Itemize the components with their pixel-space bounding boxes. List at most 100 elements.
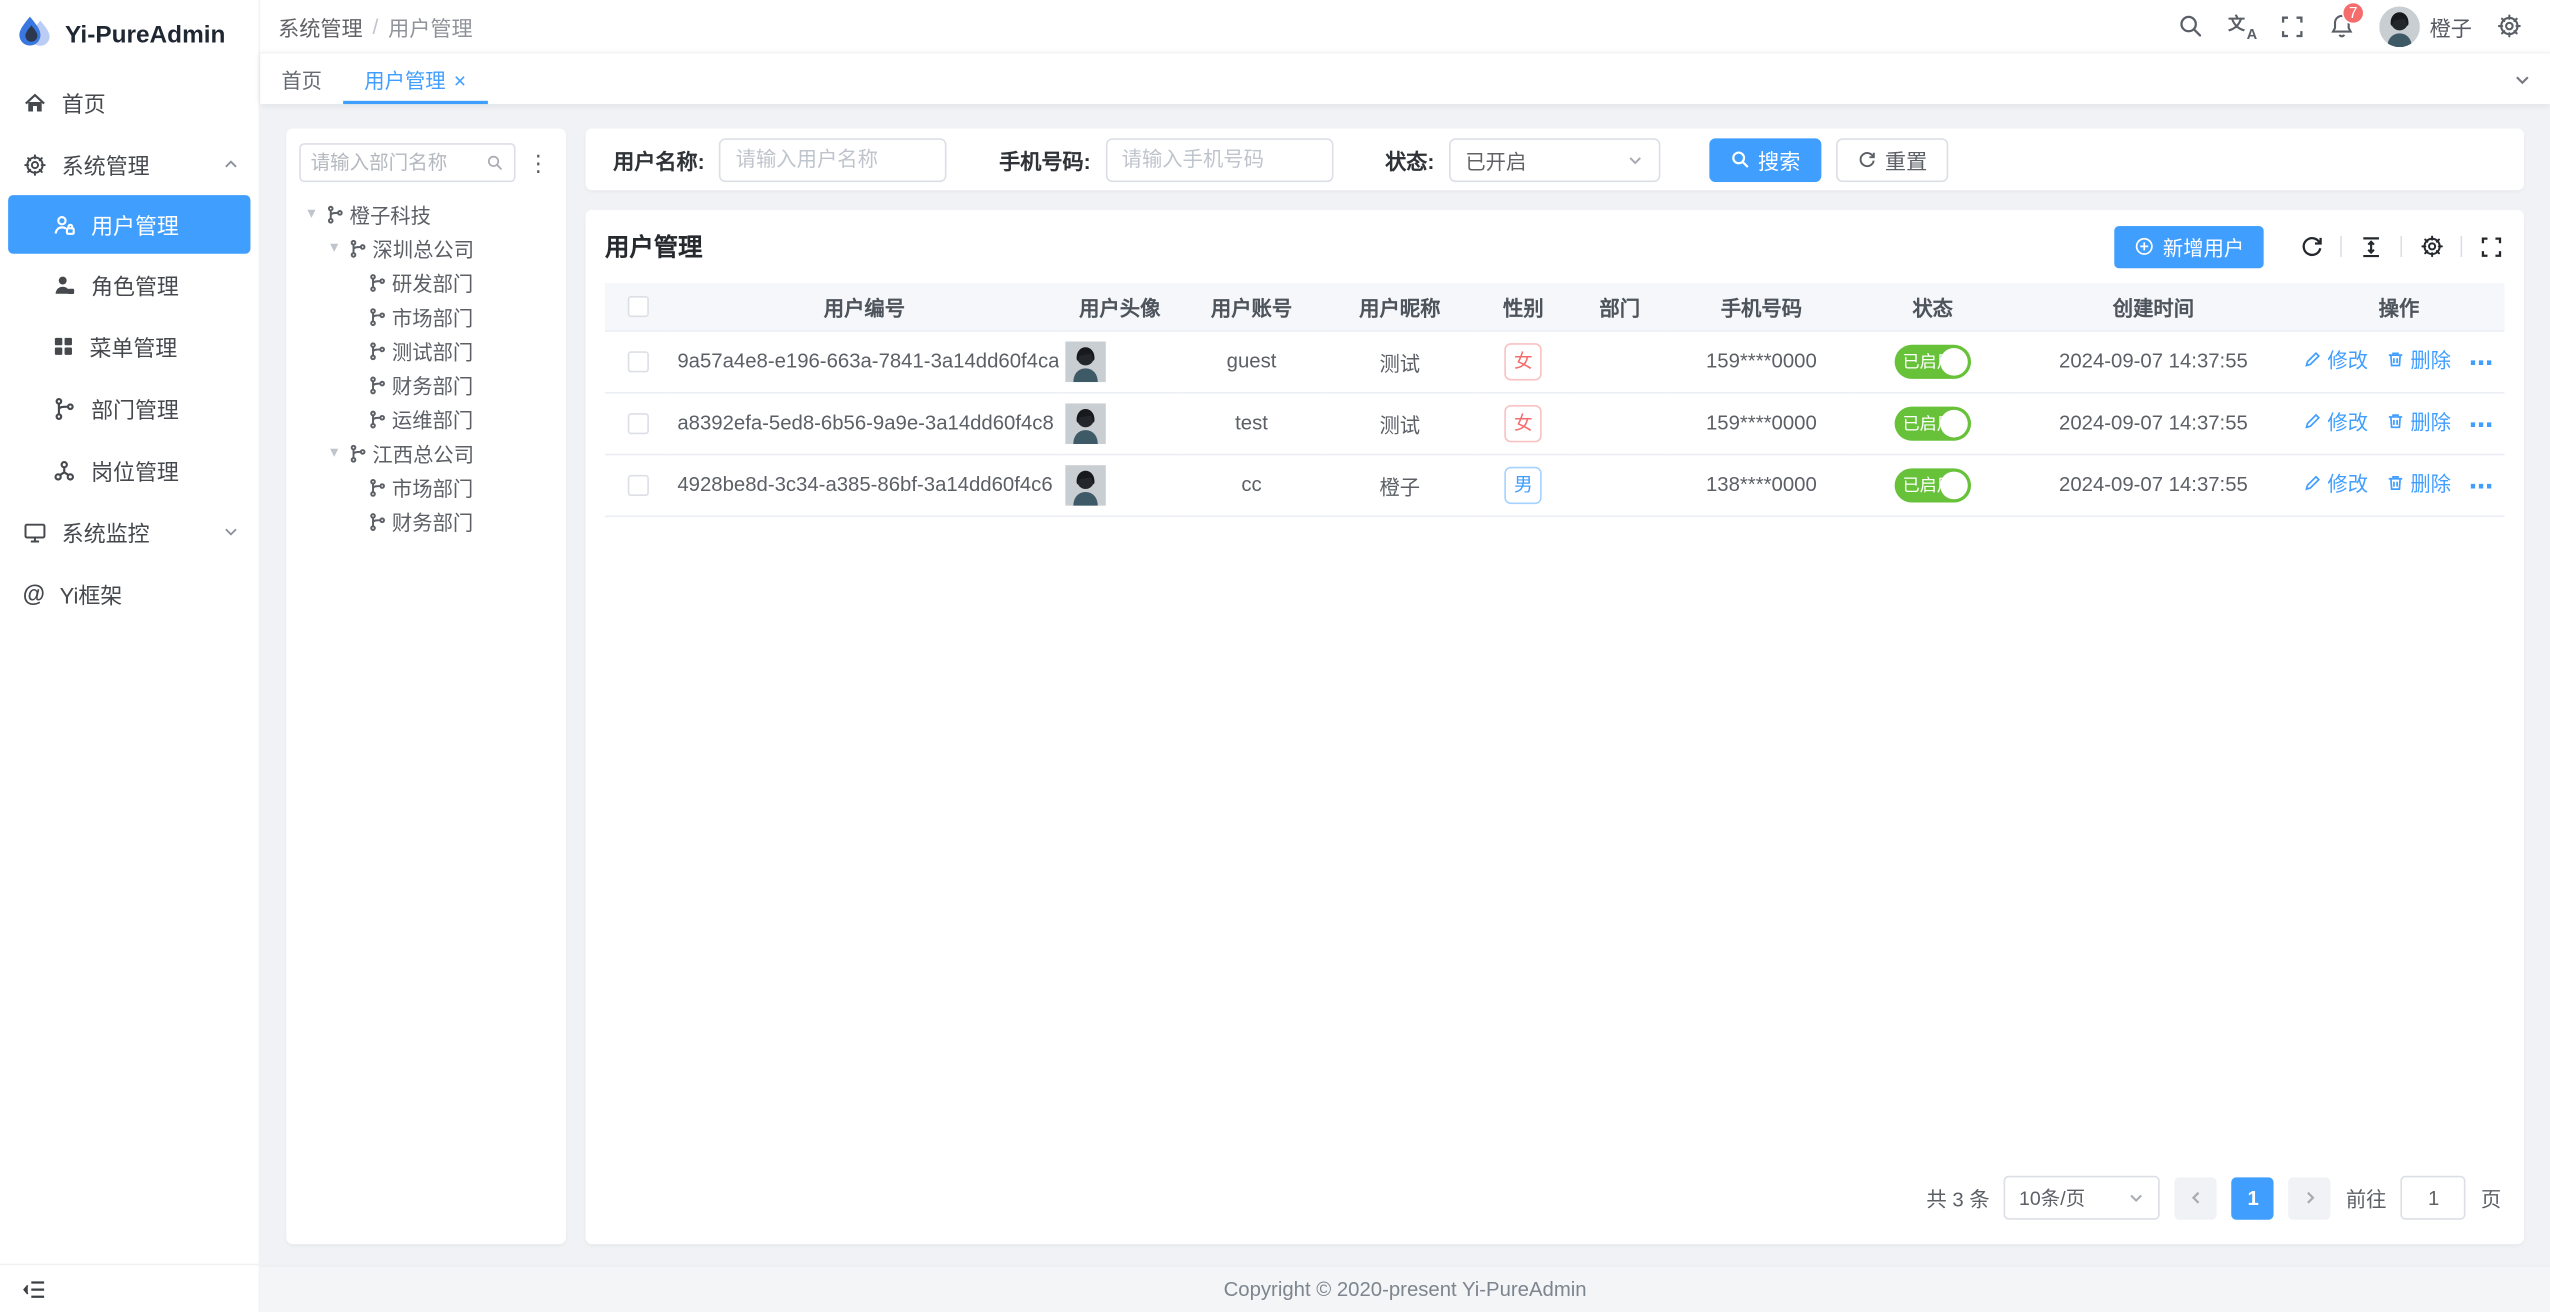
dept-search-input[interactable] bbox=[299, 143, 515, 182]
cell-phone: 138****0000 bbox=[1671, 454, 1852, 516]
sidebar-item-home[interactable]: 首页 bbox=[0, 72, 259, 134]
chevron-down-icon bbox=[2128, 1189, 2146, 1207]
tabs-menu-chevron-icon[interactable] bbox=[2495, 54, 2550, 104]
cell-phone: 159****0000 bbox=[1671, 330, 1852, 392]
avatar bbox=[1065, 341, 1176, 382]
translate-icon[interactable]: 文A bbox=[2217, 0, 2267, 52]
tree-caret-icon[interactable]: ▾ bbox=[325, 239, 343, 257]
tab-user-management[interactable]: 用户管理 × bbox=[343, 54, 487, 104]
sidebar-item-post-management[interactable]: 岗位管理 bbox=[0, 439, 259, 501]
table-card-header: 用户管理 新增用户 bbox=[605, 210, 2504, 283]
status-toggle[interactable]: 已启用 bbox=[1894, 406, 1970, 440]
breadcrumb-item-system[interactable]: 系统管理 bbox=[278, 11, 363, 42]
chevron-up-icon bbox=[223, 156, 239, 172]
column-settings-icon[interactable] bbox=[2418, 233, 2444, 259]
tree-node[interactable]: ▾深圳总公司 bbox=[299, 231, 553, 265]
col-actions: 操作 bbox=[2293, 283, 2504, 330]
cell-dept bbox=[1569, 330, 1671, 392]
dept-tree-icon bbox=[368, 511, 388, 531]
edit-button[interactable]: 修改 bbox=[2303, 467, 2368, 498]
kebab-menu-icon[interactable]: ⋮ bbox=[524, 151, 553, 174]
col-status: 状态 bbox=[1852, 283, 2013, 330]
monitor-icon bbox=[23, 520, 47, 544]
tree-node[interactable]: ▾江西总公司 bbox=[299, 436, 553, 470]
cell-nickname: 测试 bbox=[1322, 330, 1479, 392]
search-icon[interactable] bbox=[2166, 0, 2216, 52]
tree-node[interactable]: 市场部门 bbox=[299, 299, 553, 333]
table-title: 用户管理 bbox=[605, 229, 703, 263]
app-title: Yi-PureAdmin bbox=[65, 20, 225, 48]
more-actions-icon[interactable]: ⋯ bbox=[2469, 412, 2495, 440]
goto-page-input[interactable] bbox=[2401, 1176, 2466, 1220]
chevron-down-icon bbox=[223, 524, 239, 540]
dept-tree-icon bbox=[368, 477, 388, 497]
trash-icon bbox=[2386, 411, 2406, 431]
cell-phone: 159****0000 bbox=[1671, 392, 1852, 454]
row-checkbox[interactable] bbox=[627, 351, 648, 372]
edit-button[interactable]: 修改 bbox=[2303, 344, 2368, 375]
bell-icon[interactable]: 7 bbox=[2317, 0, 2367, 52]
status-select[interactable]: 已开启 bbox=[1449, 137, 1660, 181]
avatar bbox=[2379, 6, 2420, 47]
sidebar-item-user-management[interactable]: 用户管理 bbox=[8, 195, 250, 254]
sidebar-item-role-management[interactable]: 角色管理 bbox=[0, 254, 259, 316]
dept-tree-icon bbox=[368, 272, 388, 292]
tree-node[interactable]: 市场部门 bbox=[299, 470, 553, 504]
chevron-down-icon bbox=[1626, 150, 1644, 168]
row-checkbox[interactable] bbox=[627, 413, 648, 434]
more-actions-icon[interactable]: ⋯ bbox=[2469, 474, 2495, 502]
tree-node[interactable]: 运维部门 bbox=[299, 402, 553, 436]
delete-button[interactable]: 删除 bbox=[2386, 344, 2451, 375]
tree-node[interactable]: 财务部门 bbox=[299, 504, 553, 538]
tree-caret-icon[interactable]: ▾ bbox=[325, 444, 343, 462]
sidebar-item-yi-framework[interactable]: @ Yi框架 bbox=[0, 563, 259, 625]
breadcrumb-separator: / bbox=[372, 14, 378, 38]
tab-home[interactable]: 首页 bbox=[260, 54, 343, 104]
tree-node[interactable]: 研发部门 bbox=[299, 265, 553, 299]
sidebar-item-system-management[interactable]: 系统管理 bbox=[0, 133, 259, 195]
row-checkbox[interactable] bbox=[627, 475, 648, 496]
cell-created: 2024-09-07 14:37:55 bbox=[2013, 330, 2293, 392]
delete-button[interactable]: 删除 bbox=[2386, 406, 2451, 437]
tree-node[interactable]: ▾橙子科技 bbox=[299, 197, 553, 231]
cell-nickname: 橙子 bbox=[1322, 454, 1479, 516]
refresh-icon[interactable] bbox=[2298, 233, 2324, 259]
close-icon[interactable]: × bbox=[454, 69, 466, 90]
breadcrumb: 系统管理 / 用户管理 bbox=[278, 11, 473, 42]
gender-tag: 女 bbox=[1505, 342, 1542, 379]
edit-button[interactable]: 修改 bbox=[2303, 406, 2368, 437]
name-filter-input[interactable] bbox=[719, 137, 947, 181]
reset-button[interactable]: 重置 bbox=[1836, 137, 1948, 181]
collapse-sidebar-icon[interactable] bbox=[21, 1277, 47, 1300]
table-row: 4928be8d-3c34-a385-86bf-3a14dd60f4c6 cc … bbox=[605, 454, 2504, 516]
fullscreen-icon[interactable] bbox=[2267, 0, 2317, 52]
status-toggle[interactable]: 已启用 bbox=[1894, 468, 1970, 502]
sidebar-item-dept-management[interactable]: 部门管理 bbox=[0, 377, 259, 439]
edit-icon bbox=[2303, 349, 2323, 369]
goto-label: 前往 bbox=[2346, 1182, 2387, 1213]
fullscreen-icon[interactable] bbox=[2478, 233, 2504, 259]
page-number-button[interactable]: 1 bbox=[2232, 1177, 2274, 1219]
phone-filter-input[interactable] bbox=[1105, 137, 1333, 181]
density-icon[interactable] bbox=[2358, 233, 2384, 259]
more-actions-icon[interactable]: ⋯ bbox=[2469, 351, 2495, 379]
page-size-select[interactable]: 10条/页 bbox=[2004, 1176, 2160, 1220]
delete-button[interactable]: 删除 bbox=[2386, 467, 2451, 498]
tree-caret-icon[interactable]: ▾ bbox=[302, 205, 320, 223]
search-button[interactable]: 搜索 bbox=[1709, 137, 1821, 181]
next-page-button[interactable] bbox=[2289, 1177, 2331, 1219]
trash-icon bbox=[2386, 473, 2406, 493]
col-gender: 性别 bbox=[1478, 283, 1569, 330]
sidebar-item-menu-management[interactable]: 菜单管理 bbox=[0, 315, 259, 377]
dept-tree-icon bbox=[368, 341, 388, 361]
add-user-button[interactable]: 新增用户 bbox=[2114, 225, 2264, 267]
tree-node[interactable]: 测试部门 bbox=[299, 333, 553, 367]
sidebar-item-system-monitor[interactable]: 系统监控 bbox=[0, 501, 259, 563]
prev-page-button[interactable] bbox=[2175, 1177, 2217, 1219]
status-toggle[interactable]: 已启用 bbox=[1894, 344, 1970, 378]
tree-node[interactable]: 财务部门 bbox=[299, 368, 553, 402]
user-menu[interactable]: 橙子 bbox=[2368, 6, 2483, 47]
settings-icon[interactable] bbox=[2483, 0, 2533, 52]
avatar bbox=[1065, 403, 1176, 444]
select-all-checkbox[interactable] bbox=[627, 297, 648, 318]
